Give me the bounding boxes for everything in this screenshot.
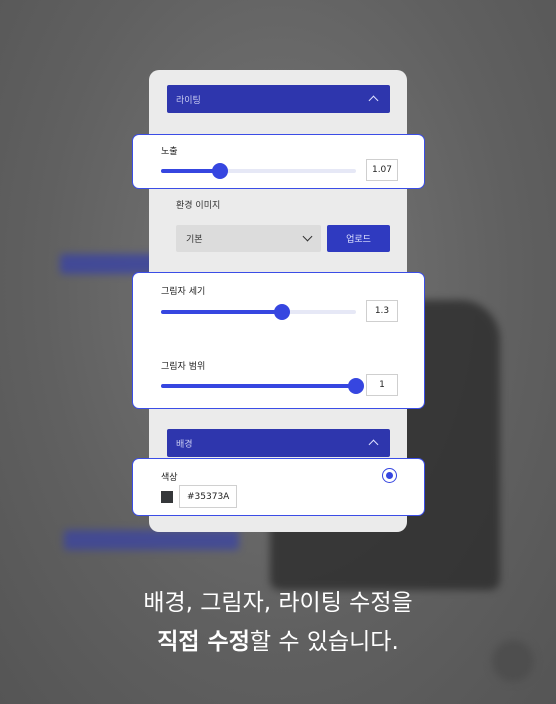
lighting-header-label: 라이팅 <box>176 95 201 106</box>
chevron-up-icon <box>368 439 379 450</box>
shadow-range-slider[interactable] <box>161 378 364 394</box>
shadow-range-value-input[interactable]: 1 <box>366 374 398 396</box>
exposure-slider-thumb[interactable] <box>211 163 228 179</box>
caption-bold-text: 직접 수정 <box>157 629 250 655</box>
color-card: 색상 #35373A <box>132 458 425 516</box>
shadow-strength-slider-thumb[interactable] <box>273 304 290 320</box>
shadow-strength-slider-fill <box>161 310 282 314</box>
chevron-down-icon <box>302 231 313 242</box>
caption-line-2: 직접 수정할 수 있습니다. <box>0 622 556 656</box>
shadow-range-slider-fill <box>161 384 356 388</box>
shadow-range-label: 그림자 범위 <box>161 362 206 372</box>
color-label: 색상 <box>161 473 178 483</box>
shadow-strength-label: 그림자 세기 <box>161 287 206 297</box>
shadow-strength-value-input[interactable]: 1.3 <box>366 300 398 322</box>
caption-line-1: 배경, 그림자, 라이팅 수정을 <box>143 590 413 616</box>
color-hex-input[interactable]: #35373A <box>179 485 237 508</box>
environment-image-select[interactable]: 기본 <box>176 225 321 252</box>
shadow-strength-slider[interactable] <box>161 304 356 320</box>
shadow-range-slider-thumb[interactable] <box>348 378 364 394</box>
exposure-slider-fill <box>161 169 220 173</box>
chevron-up-icon <box>368 95 379 106</box>
blurred-ui-bar <box>64 530 239 550</box>
color-radio-button[interactable] <box>382 468 397 483</box>
background-header-label: 배경 <box>176 439 193 450</box>
environment-image-label: 환경 이미지 <box>176 201 221 211</box>
color-swatch[interactable] <box>161 491 173 503</box>
exposure-card: 노출 1.07 <box>132 134 425 189</box>
lighting-accordion-header[interactable]: 라이팅 <box>167 85 390 113</box>
background-accordion-header[interactable]: 배경 <box>167 429 390 457</box>
upload-button[interactable]: 업로드 <box>327 225 390 252</box>
exposure-label: 노출 <box>161 147 178 157</box>
caption-rest-text: 할 수 있습니다. <box>249 629 399 655</box>
exposure-value-input[interactable]: 1.07 <box>366 159 398 181</box>
radio-selected-dot <box>386 472 393 479</box>
environment-select-value: 기본 <box>186 235 203 245</box>
shadow-card: 그림자 세기 1.3 그림자 범위 1 <box>132 272 425 409</box>
exposure-slider[interactable] <box>161 163 356 179</box>
